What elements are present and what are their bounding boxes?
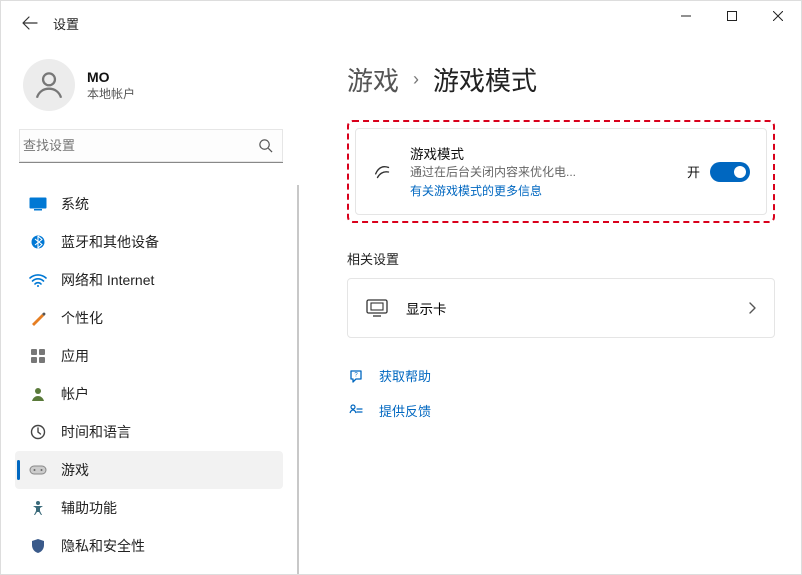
maximize-button[interactable] [709, 1, 755, 31]
nav-time[interactable]: 时间和语言 [15, 413, 299, 451]
breadcrumb-current: 游戏模式 [433, 61, 537, 98]
content-area: 游戏 › 游戏模式 游戏模式 通过在后台关闭内容来优化电... 有关游戏模式的更… [299, 45, 801, 574]
nav-bluetooth[interactable]: 蓝牙和其他设备 [15, 223, 299, 261]
close-button[interactable] [755, 1, 801, 31]
game-mode-icon [372, 161, 394, 183]
get-help-label: 获取帮助 [379, 366, 431, 385]
account-block[interactable]: MO 本地帐户 [15, 45, 299, 129]
help-icon: ? [347, 368, 365, 384]
minimize-button[interactable] [663, 1, 709, 31]
nav-label: 游戏 [61, 460, 89, 480]
feedback-link[interactable]: 提供反馈 [347, 401, 775, 420]
display-label: 显示卡 [406, 298, 730, 318]
privacy-icon [29, 537, 47, 555]
nav-label: 个性化 [61, 308, 103, 328]
nav-accounts[interactable]: 帐户 [15, 375, 299, 413]
nav-label: 网络和 Internet [61, 270, 154, 290]
breadcrumb-parent[interactable]: 游戏 [347, 61, 399, 98]
nav-label: 帐户 [61, 384, 89, 404]
search-input[interactable] [23, 138, 258, 153]
nav-list: 系统 蓝牙和其他设备 网络和 Internet 个性化 应用 帐户 [15, 185, 299, 565]
nav-system[interactable]: 系统 [15, 185, 299, 223]
breadcrumb: 游戏 › 游戏模式 [347, 61, 775, 98]
sidebar: MO 本地帐户 系统 蓝牙和其他设备 网络和 Internet [1, 45, 299, 574]
system-icon [29, 195, 47, 213]
time-icon [29, 423, 47, 441]
game-mode-title: 游戏模式 [410, 143, 671, 163]
accessibility-icon [29, 499, 47, 517]
nav-accessibility[interactable]: 辅助功能 [15, 489, 299, 527]
nav-privacy[interactable]: 隐私和安全性 [15, 527, 299, 565]
game-mode-link[interactable]: 有关游戏模式的更多信息 [410, 182, 542, 199]
toggle-state-label: 开 [687, 162, 700, 181]
nav-gaming[interactable]: 游戏 [15, 451, 283, 489]
nav-label: 系统 [61, 194, 89, 214]
personalization-icon [29, 309, 47, 327]
account-type: 本地帐户 [87, 85, 135, 102]
chevron-right-icon: › [413, 69, 419, 90]
window-controls [663, 1, 801, 31]
help-links: ? 获取帮助 提供反馈 [347, 366, 775, 420]
gaming-icon [29, 461, 47, 479]
game-mode-card: 游戏模式 通过在后台关闭内容来优化电... 有关游戏模式的更多信息 开 [355, 128, 767, 215]
related-heading: 相关设置 [347, 249, 775, 268]
nav-label: 蓝牙和其他设备 [61, 232, 159, 252]
nav-label: 时间和语言 [61, 422, 131, 442]
account-name: MO [87, 69, 135, 85]
game-mode-toggle[interactable] [710, 162, 750, 182]
network-icon [29, 271, 47, 289]
back-button[interactable] [21, 14, 39, 32]
feedback-icon [347, 403, 365, 419]
nav-network[interactable]: 网络和 Internet [15, 261, 299, 299]
game-mode-desc: 通过在后台关闭内容来优化电... [410, 163, 671, 180]
highlight-box: 游戏模式 通过在后台关闭内容来优化电... 有关游戏模式的更多信息 开 [347, 120, 775, 223]
accounts-icon [29, 385, 47, 403]
nav-label: 隐私和安全性 [61, 536, 145, 556]
search-box[interactable] [19, 129, 283, 163]
chevron-right-icon [748, 302, 756, 314]
bluetooth-icon [29, 233, 47, 251]
nav-personalization[interactable]: 个性化 [15, 299, 299, 337]
get-help-link[interactable]: ? 获取帮助 [347, 366, 775, 385]
avatar [23, 59, 75, 111]
nav-label: 应用 [61, 346, 89, 366]
feedback-label: 提供反馈 [379, 401, 431, 420]
search-icon [258, 138, 273, 153]
nav-label: 辅助功能 [61, 498, 117, 518]
nav-apps[interactable]: 应用 [15, 337, 299, 375]
svg-text:?: ? [354, 372, 358, 378]
display-card[interactable]: 显示卡 [347, 278, 775, 338]
display-icon [366, 299, 388, 317]
apps-icon [29, 347, 47, 365]
window-title: 设置 [53, 14, 79, 33]
